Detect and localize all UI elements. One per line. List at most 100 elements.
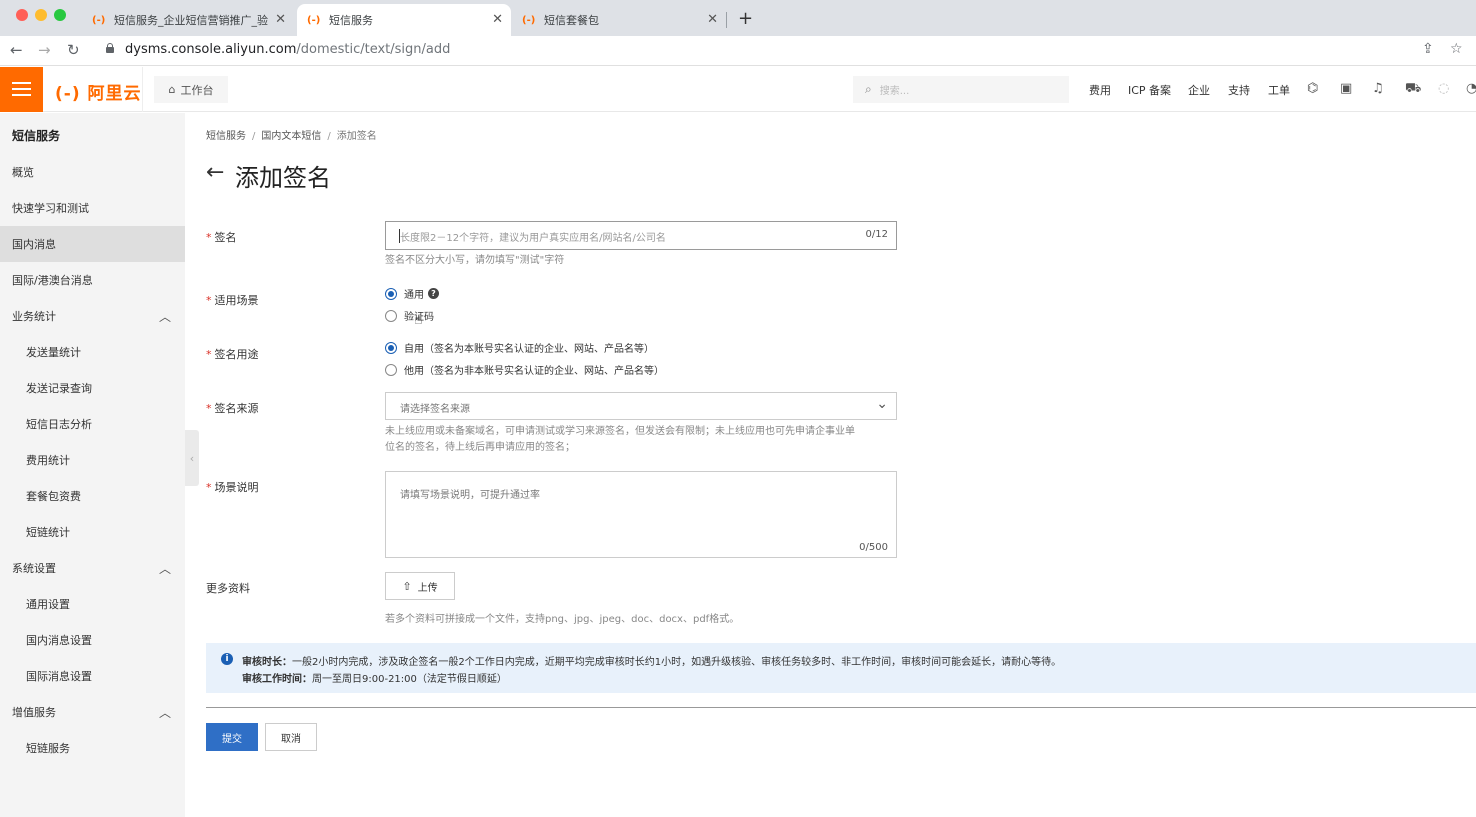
close-tab-icon[interactable]: ✕ [492, 12, 503, 27]
radio-label: 他用（签名为非本账号实名认证的企业、网站、产品名等） [404, 366, 664, 377]
browser-tab[interactable]: (-) 短信服务_企业短信营销推广_验 ✕ [82, 4, 294, 36]
upload-icon: ⇧ [402, 579, 412, 593]
topbar-link-icp[interactable]: ICP 备案 [1128, 82, 1171, 98]
forward-icon[interactable]: → [38, 41, 51, 59]
sidebar-item-label: 发送量统计 [26, 346, 81, 359]
url-field[interactable]: dysms.console.aliyun.com/domestic/text/s… [125, 42, 450, 57]
sidebar-item-label: 短信日志分析 [26, 418, 92, 431]
topbar-link-enterprise[interactable]: 企业 [1188, 82, 1210, 98]
sidebar-item-send-volume[interactable]: 发送量统计 [0, 334, 185, 370]
cloud-shell-icon[interactable]: ⌬ [1307, 81, 1318, 96]
upload-label: 上传 [417, 582, 438, 594]
sidebar-group-settings[interactable]: 系统设置 ︿ [0, 550, 185, 586]
maximize-window-button[interactable] [54, 9, 66, 21]
breadcrumb-item[interactable]: 国内文本短信 [261, 131, 321, 142]
source-select[interactable]: 请选择签名来源 ⌄ [385, 392, 897, 420]
radio-unchecked [385, 363, 397, 376]
breadcrumb-current: 添加签名 [336, 131, 377, 142]
source-placeholder: 请选择签名来源 [400, 404, 470, 415]
sidebar-collapse-button[interactable]: ‹ [185, 430, 199, 486]
browser-tab[interactable]: (-) 短信套餐包 ✕ [512, 4, 726, 36]
sidebar-item-label: 国内消息设置 [26, 634, 92, 647]
purpose-radio-self[interactable]: 自用（签名为本账号实名认证的企业、网站、产品名等） [385, 340, 654, 355]
sidebar-item-international[interactable]: 国际/港澳台消息 [0, 262, 185, 298]
aliyun-favicon-icon: (-) [92, 14, 106, 26]
description-textarea[interactable]: 请填写场景说明，可提升通过率 0/500 [385, 471, 897, 558]
sidebar-item-overview[interactable]: 概览 [0, 154, 185, 190]
close-tab-icon[interactable]: ✕ [707, 12, 718, 27]
review-duration: 审核时长：一般2小时内完成，涉及政企签名一般2个工作日内完成，近期平均完成审核时… [242, 657, 1062, 668]
bookmark-star-icon[interactable]: ☆ [1450, 41, 1463, 57]
upload-help: 若多个资料可拼接成一个文件，支持png、jpg、jpeg、doc、docx、pd… [385, 614, 740, 625]
topbar-link-support[interactable]: 支持 [1228, 82, 1250, 98]
back-arrow-icon[interactable]: ← [206, 160, 224, 185]
sidebar-item-domestic-settings[interactable]: 国内消息设置 [0, 622, 185, 658]
tab-title: 短信服务_企业短信营销推广_验 [114, 14, 268, 27]
submit-button[interactable]: 提交 [206, 723, 258, 751]
help-icon[interactable]: ◔ [1466, 81, 1476, 96]
tab-title: 短信套餐包 [544, 14, 599, 27]
sidebar-group-statistics[interactable]: 业务统计 ︿ [0, 298, 185, 334]
source-help: 未上线应用或未备案域名，可申请测试或学习来源签名，但发送会有限制；未上线应用也可… [385, 426, 855, 453]
sidebar-item-label: 增值服务 [12, 706, 56, 719]
sidebar-item-label: 短链统计 [26, 526, 70, 539]
sidebar-item-international-settings[interactable]: 国际消息设置 [0, 658, 185, 694]
back-icon[interactable]: ← [10, 41, 23, 59]
sidebar-group-value-added[interactable]: 增值服务 ︿ [0, 694, 185, 730]
description-label: * 场景说明 [206, 481, 259, 494]
source-label: * 签名来源 [206, 402, 259, 415]
aliyun-logo[interactable]: (-) 阿里云 [55, 79, 142, 104]
page-title: 添加签名 [235, 164, 331, 192]
cart-icon[interactable]: ⛟ [1405, 81, 1421, 98]
scene-label: * 适用场景 [206, 294, 259, 307]
home-icon: ⌂ [168, 83, 176, 96]
new-tab-button[interactable]: + [738, 8, 753, 29]
lock-icon [106, 43, 114, 53]
aliyun-favicon-icon: (-) [522, 14, 536, 26]
sidebar-item-shortlink-stats[interactable]: 短链统计 [0, 514, 185, 550]
sidebar-item-shortlink-service[interactable]: 短链服务 [0, 730, 185, 766]
scene-radio-general[interactable]: 通用 ? [385, 286, 439, 301]
browser-tab-bar: (-) 短信服务_企业短信营销推广_验 ✕ (-) 短信服务 ✕ (-) 短信套… [0, 0, 1476, 36]
scene-radio-verification[interactable]: 验证码 [385, 308, 434, 323]
url-host: dysms.console.aliyun.com [125, 42, 297, 57]
hamburger-menu-button[interactable] [0, 67, 43, 112]
sidebar-item-cost-stats[interactable]: 费用统计 [0, 442, 185, 478]
sidebar-item-domestic[interactable]: 国内消息 [0, 226, 185, 262]
chevron-up-icon: ︿ [158, 310, 171, 324]
terminal-icon[interactable]: ▣ [1340, 81, 1352, 96]
sign-name-counter: 0/12 [865, 229, 888, 240]
cancel-button[interactable]: 取消 [265, 723, 317, 751]
browser-tab-active[interactable]: (-) 短信服务 ✕ [297, 4, 511, 36]
sidebar-item-package-fee[interactable]: 套餐包资费 [0, 478, 185, 514]
sidebar-item-send-records[interactable]: 发送记录查询 [0, 370, 185, 406]
question-mark-icon[interactable]: ? [428, 288, 439, 299]
reload-icon[interactable]: ↻ [67, 41, 80, 59]
topbar-link-ticket[interactable]: 工单 [1268, 82, 1290, 98]
close-window-button[interactable] [16, 9, 28, 21]
sign-name-help: 签名不区分大小写，请勿填写"测试"字符 [385, 255, 565, 266]
sidebar: 短信服务 概览 快速学习和测试 国内消息 国际/港澳台消息 业务统计 ︿ 发送量统… [0, 113, 185, 817]
console-top-bar: (-) 阿里云 ⌂ 工作台 ⌕ 搜索... 费用 ICP 备案 企业 支持 工单… [0, 67, 1476, 112]
close-tab-icon[interactable]: ✕ [275, 12, 286, 27]
chevron-up-icon: ︿ [158, 706, 171, 720]
sidebar-item-quickstart[interactable]: 快速学习和测试 [0, 190, 185, 226]
sidebar-item-log-analysis[interactable]: 短信日志分析 [0, 406, 185, 442]
search-input[interactable]: ⌕ 搜索... [853, 76, 1069, 103]
share-icon[interactable]: ⇪ [1422, 41, 1434, 57]
sidebar-item-label: 国际消息设置 [26, 670, 92, 683]
minimize-window-button[interactable] [35, 9, 47, 21]
sidebar-item-general-settings[interactable]: 通用设置 [0, 586, 185, 622]
sign-name-input[interactable]: 长度限2－12个字符，建议为用户真实应用名/网站名/公司名 0/12 [385, 221, 897, 250]
tab-title: 短信服务 [329, 14, 373, 27]
topbar-link-fee[interactable]: 费用 [1089, 82, 1111, 98]
bell-icon[interactable]: ♫ [1372, 81, 1384, 96]
breadcrumb-item[interactable]: 短信服务 [206, 131, 246, 142]
upload-button[interactable]: ⇧ 上传 [385, 572, 455, 600]
sidebar-item-label: 国内消息 [12, 238, 56, 251]
purpose-radio-other[interactable]: 他用（签名为非本账号实名认证的企业、网站、产品名等） [385, 362, 664, 377]
chevron-down-icon: ⌄ [876, 396, 888, 412]
lightbulb-icon[interactable]: ◌ [1438, 81, 1449, 96]
workbench-button[interactable]: ⌂ 工作台 [154, 76, 228, 103]
sidebar-item-label: 短链服务 [26, 742, 70, 755]
